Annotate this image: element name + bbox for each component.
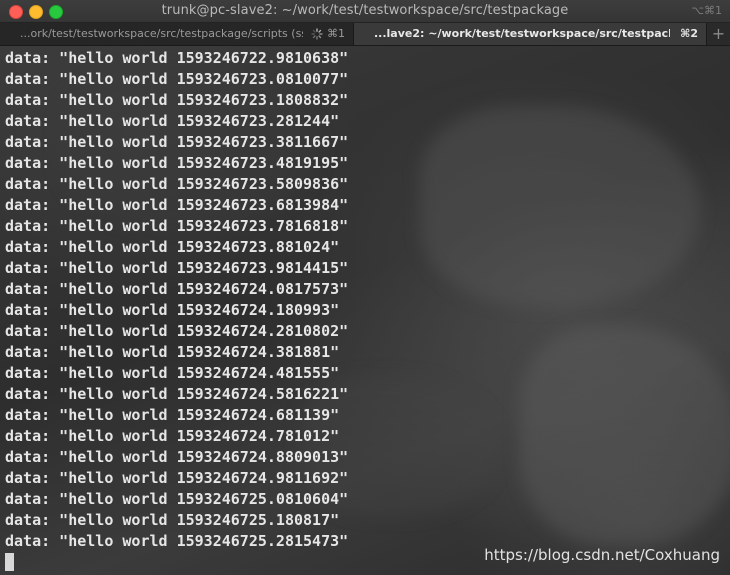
tab-bar: ...ork/test/testworkspace/src/testpackag… — [0, 23, 730, 46]
output-lines: data: "hello world 1593246722.9810638" da… — [5, 48, 348, 552]
output-line: data: "hello world 1593246723.1808832" — [5, 91, 349, 109]
output-line: data: "hello world 1593246724.180993" — [5, 301, 340, 319]
tab-shortcut: ⌘1 — [327, 27, 345, 40]
output-line: data: "hello world 1593246724.781012" — [5, 427, 340, 445]
output-line: data: "hello world 1593246723.881024" — [5, 238, 340, 256]
output-line: data: "hello world 1593246724.8809013" — [5, 448, 349, 466]
output-line: data: "hello world 1593246724.9811692" — [5, 469, 349, 487]
tab-label: ...lave2: ~/work/test/testworkspace/src/… — [374, 27, 670, 40]
output-line: data: "hello world 1593246725.0810604" — [5, 490, 349, 508]
output-line: data: "hello world 1593246723.7816818" — [5, 217, 349, 235]
title-bar[interactable]: trunk@pc-slave2: ~/work/test/testworkspa… — [0, 0, 730, 23]
text-cursor — [5, 553, 14, 571]
output-line: data: "hello world 1593246725.180817" — [5, 511, 340, 529]
window-shortcut: ⌥⌘1 — [691, 4, 722, 17]
output-line: data: "hello world 1593246722.9810638" — [5, 49, 349, 67]
output-line: data: "hello world 1593246723.9814415" — [5, 259, 349, 277]
output-line: data: "hello world 1593246724.481555" — [5, 364, 340, 382]
plus-icon: + — [711, 24, 726, 43]
tab-scripts[interactable]: ...ork/test/testworkspace/src/testpackag… — [0, 23, 354, 45]
window-title: trunk@pc-slave2: ~/work/test/testworkspa… — [161, 3, 569, 18]
new-tab-button[interactable]: + — [707, 23, 730, 45]
tab-shortcut: ⌘2 — [680, 27, 698, 40]
watermark-text: https://blog.csdn.net/Coxhuang — [484, 546, 720, 564]
output-line: data: "hello world 1593246723.0810077" — [5, 70, 349, 88]
output-line: data: "hello world 1593246724.2810802" — [5, 322, 349, 340]
output-line: data: "hello world 1593246723.5809836" — [5, 175, 349, 193]
spinner-icon — [311, 28, 323, 40]
terminal-window: trunk@pc-slave2: ~/work/test/testworkspa… — [0, 0, 730, 575]
output-line: data: "hello world 1593246723.6813984" — [5, 196, 349, 214]
tab-label: ...ork/test/testworkspace/src/testpackag… — [20, 27, 303, 40]
output-line: data: "hello world 1593246723.281244" — [5, 112, 340, 130]
output-line: data: "hello world 1593246725.2815473" — [5, 532, 349, 550]
output-line: data: "hello world 1593246724.5816221" — [5, 385, 349, 403]
output-line: data: "hello world 1593246724.681139" — [5, 406, 340, 424]
tab-testpackage[interactable]: ...lave2: ~/work/test/testworkspace/src/… — [354, 23, 707, 45]
terminal-output[interactable]: data: "hello world 1593246722.9810638" da… — [0, 46, 730, 575]
output-line: data: "hello world 1593246723.3811667" — [5, 133, 349, 151]
output-line: data: "hello world 1593246724.0817573" — [5, 280, 349, 298]
output-line: data: "hello world 1593246723.4819195" — [5, 154, 349, 172]
output-line: data: "hello world 1593246724.381881" — [5, 343, 340, 361]
